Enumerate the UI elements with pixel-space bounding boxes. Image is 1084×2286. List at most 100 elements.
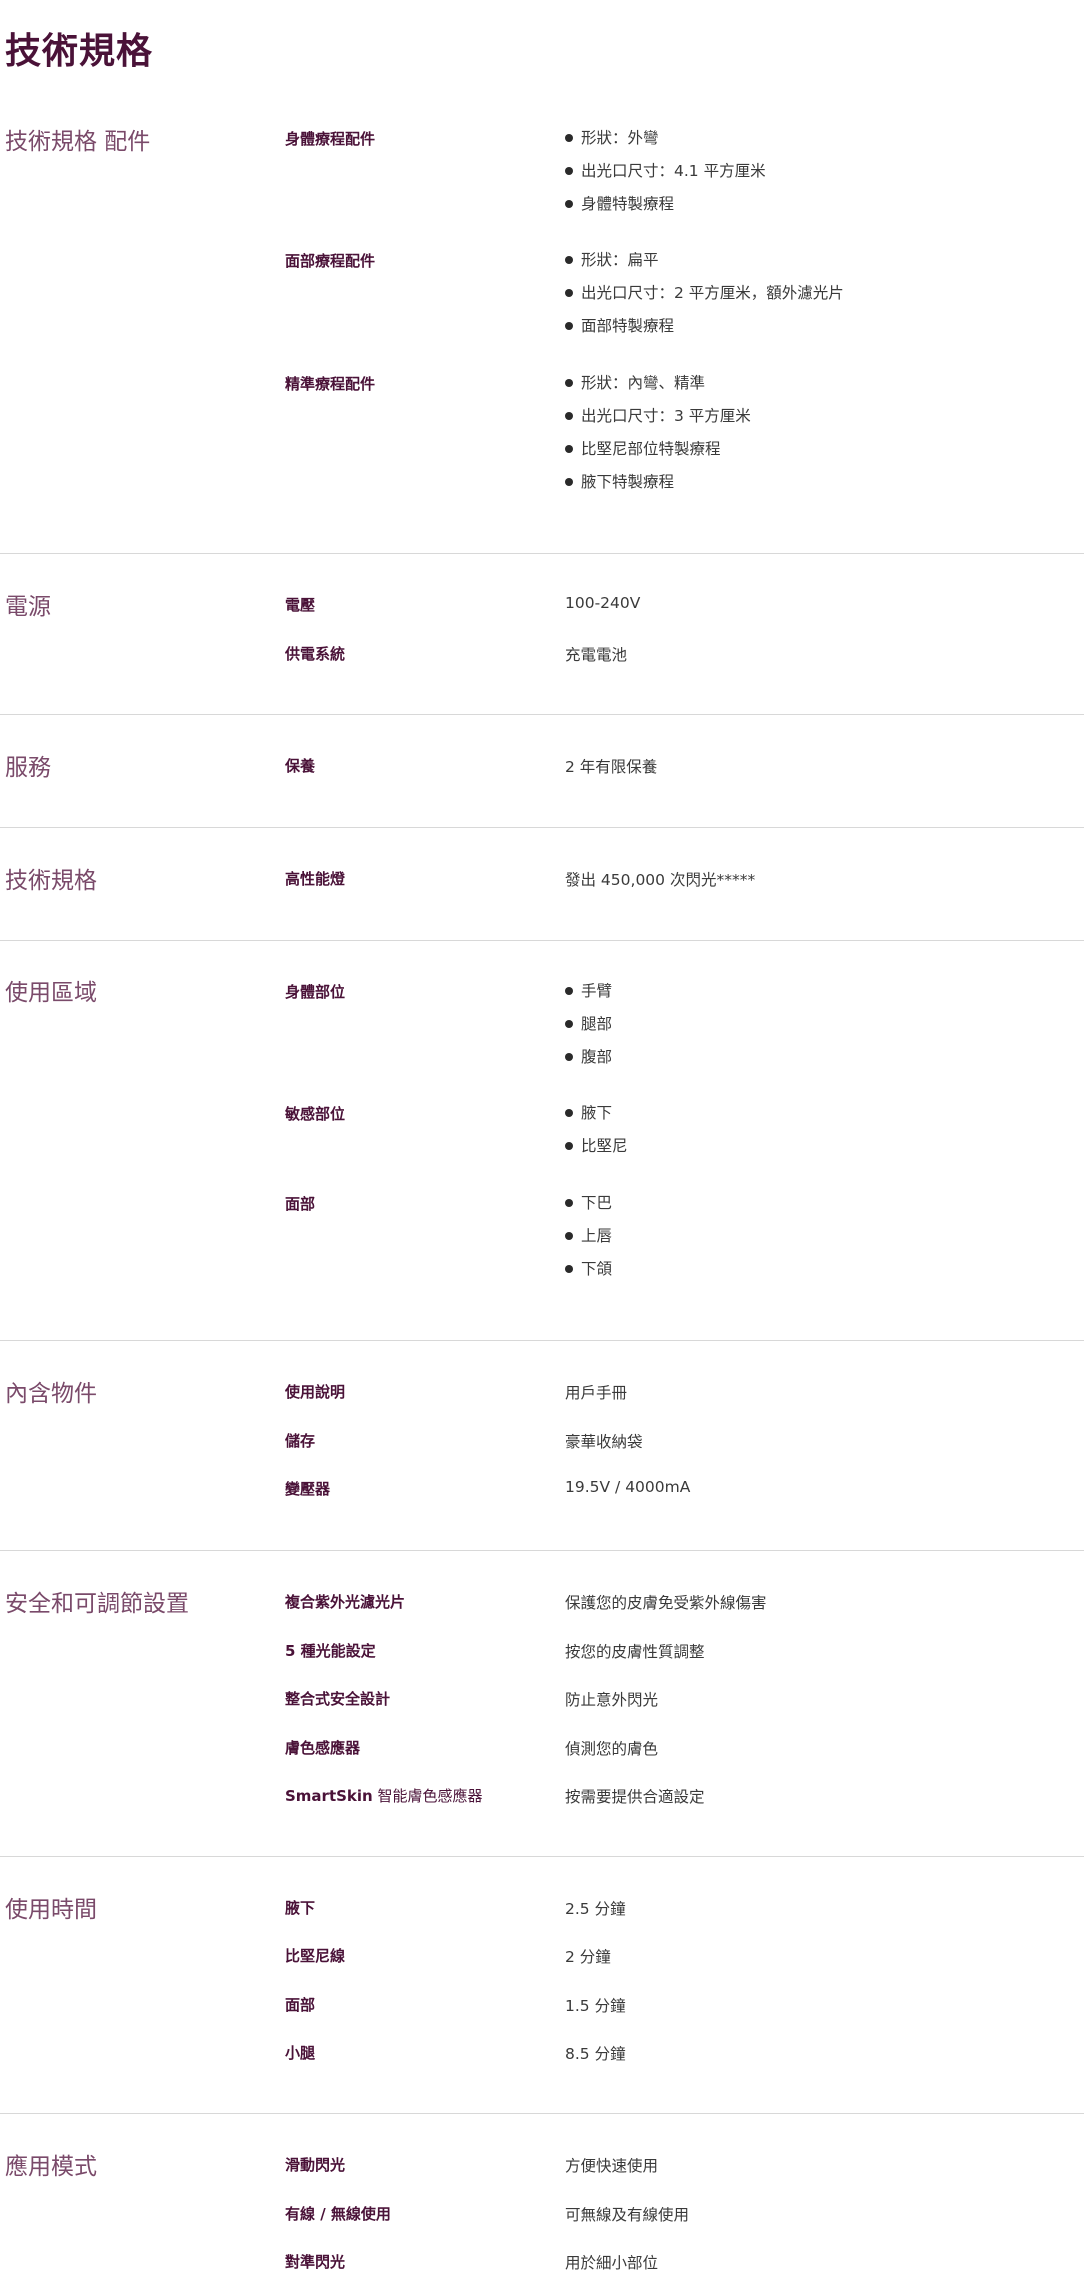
group-label-face-attachment: 面部療程配件	[285, 252, 376, 270]
row-value-uv-filter: 保護您的皮膚免受紫外線傷害	[565, 1594, 767, 1612]
section-title-usage-areas: 使用區域	[5, 980, 97, 1006]
row-label-voltage: 電壓	[285, 596, 316, 614]
face-areas-list: 下巴 上唇 下頜	[565, 1193, 612, 1292]
row-value-manual: 用戶手冊	[565, 1384, 628, 1402]
bullet-icon	[565, 445, 573, 453]
list-item: 出光口尺寸：2 平方厘米，額外濾光片	[565, 283, 844, 316]
smartskin-label-rest: 智能膚色感應器	[372, 1787, 483, 1805]
row-label-bikini-line: 比堅尼線	[285, 1947, 346, 1965]
bullet-icon	[565, 412, 573, 420]
bullet-icon	[565, 987, 573, 995]
bullet-icon	[565, 322, 573, 330]
list-item: 形狀：內彎、精準	[565, 373, 751, 406]
list-item: 出光口尺寸：3 平方厘米	[565, 406, 751, 439]
row-value-intensity: 按您的皮膚性質調整	[565, 1643, 705, 1661]
row-value-underarm: 2.5 分鐘	[565, 1900, 626, 1918]
row-label-power-system: 供電系統	[285, 645, 346, 663]
row-value-adapter: 19.5V / 4000mA	[565, 1478, 691, 1496]
bullet-icon	[565, 379, 573, 387]
section-divider	[0, 827, 1084, 828]
section-divider	[0, 1340, 1084, 1341]
row-value-slide-flash: 方便快速使用	[565, 2157, 659, 2175]
row-value-power-system: 充電電池	[565, 646, 628, 664]
list-item: 面部特製療程	[565, 316, 844, 349]
section-divider	[0, 2113, 1084, 2114]
section-divider	[0, 1550, 1084, 1551]
bullet-icon	[565, 1265, 573, 1273]
section-title-included: 內含物件	[5, 1381, 97, 1407]
list-item: 下巴	[565, 1193, 612, 1226]
list-item: 形狀：扁平	[565, 250, 844, 283]
spec-page: 技術規格 技術規格 配件 身體療程配件 形狀：外彎 出光口尺寸：4.1 平方厘米…	[0, 0, 1084, 2286]
section-title-accessories: 技術規格 配件	[5, 129, 151, 155]
row-value-warranty: 2 年有限保養	[565, 758, 658, 776]
row-label-lamp: 高性能燈	[285, 870, 346, 888]
row-label-safety-system: 整合式安全設計	[285, 1690, 391, 1708]
list-item: 出光口尺寸：4.1 平方厘米	[565, 161, 766, 194]
row-value-lamp: 發出 450,000 次閃光*****	[565, 871, 756, 889]
section-divider	[0, 940, 1084, 941]
list-item: 下頜	[565, 1259, 612, 1292]
row-label-smartskin: SmartSkin 智能膚色感應器	[285, 1785, 483, 1806]
row-label-intensity: 5 種光能設定	[285, 1642, 376, 1660]
row-value-stamp-flash: 用於細小部位	[565, 2254, 659, 2272]
bullet-icon	[565, 256, 573, 264]
row-value-voltage: 100-240V	[565, 594, 641, 612]
list-item: 上唇	[565, 1226, 612, 1259]
list-item: 比堅尼	[565, 1136, 628, 1169]
group-label-face-areas: 面部	[285, 1195, 316, 1213]
page-title: 技術規格	[5, 31, 154, 72]
list-item: 腹部	[565, 1047, 612, 1080]
section-title-mode: 應用模式	[5, 2154, 97, 2180]
bullet-icon	[565, 289, 573, 297]
row-label-slide-flash: 滑動閃光	[285, 2156, 346, 2174]
bullet-icon	[565, 1109, 573, 1117]
row-value-storage: 豪華收納袋	[565, 1433, 643, 1451]
row-value-skin-tone-sensor: 偵測您的膚色	[565, 1740, 659, 1758]
bullet-icon	[565, 1142, 573, 1150]
list-item: 腋下	[565, 1103, 628, 1136]
row-label-stamp-flash: 對準閃光	[285, 2253, 346, 2271]
face-attachment-list: 形狀：扁平 出光口尺寸：2 平方厘米，額外濾光片 面部特製療程	[565, 250, 844, 349]
section-title-time: 使用時間	[5, 1897, 97, 1923]
row-label-warranty: 保養	[285, 757, 316, 775]
body-areas-list: 手臂 腿部 腹部	[565, 981, 612, 1080]
group-label-precision-attachment: 精準療程配件	[285, 375, 376, 393]
bullet-icon	[565, 200, 573, 208]
smartskin-brand: SmartSkin	[285, 1787, 373, 1805]
group-label-body-attachment: 身體療程配件	[285, 130, 376, 148]
group-label-sensitive-areas: 敏感部位	[285, 1105, 346, 1123]
row-value-bikini-line: 2 分鐘	[565, 1948, 611, 1966]
sensitive-areas-list: 腋下 比堅尼	[565, 1103, 628, 1169]
row-value-corded-cordless: 可無線及有線使用	[565, 2206, 690, 2224]
row-label-corded-cordless: 有線 / 無線使用	[285, 2205, 391, 2223]
row-label-adapter: 變壓器	[285, 1480, 331, 1498]
bullet-icon	[565, 1232, 573, 1240]
list-item: 腿部	[565, 1014, 612, 1047]
bullet-icon	[565, 167, 573, 175]
row-value-lower-leg: 8.5 分鐘	[565, 2045, 626, 2063]
list-item: 手臂	[565, 981, 612, 1014]
list-item: 腋下特製療程	[565, 472, 751, 505]
row-value-face: 1.5 分鐘	[565, 1997, 626, 2015]
section-title-specs: 技術規格	[5, 868, 97, 894]
row-label-uv-filter: 複合紫外光濾光片	[285, 1593, 406, 1611]
row-value-smartskin: 按需要提供合適設定	[565, 1788, 705, 1806]
section-title-safety: 安全和可調節設置	[5, 1591, 189, 1617]
list-item: 形狀：外彎	[565, 128, 766, 161]
bullet-icon	[565, 478, 573, 486]
body-attachment-list: 形狀：外彎 出光口尺寸：4.1 平方厘米 身體特製療程	[565, 128, 766, 227]
row-label-skin-tone-sensor: 膚色感應器	[285, 1739, 361, 1757]
list-item: 比堅尼部位特製療程	[565, 439, 751, 472]
row-label-manual: 使用說明	[285, 1383, 346, 1401]
row-label-face: 面部	[285, 1996, 316, 2014]
section-title-power: 電源	[5, 594, 51, 620]
bullet-icon	[565, 1053, 573, 1061]
row-value-safety-system: 防止意外閃光	[565, 1691, 659, 1709]
group-label-body-areas: 身體部位	[285, 983, 346, 1001]
section-divider	[0, 553, 1084, 554]
bullet-icon	[565, 134, 573, 142]
list-item: 身體特製療程	[565, 194, 766, 227]
precision-attachment-list: 形狀：內彎、精準 出光口尺寸：3 平方厘米 比堅尼部位特製療程 腋下特製療程	[565, 373, 751, 505]
row-label-storage: 儲存	[285, 1432, 316, 1450]
